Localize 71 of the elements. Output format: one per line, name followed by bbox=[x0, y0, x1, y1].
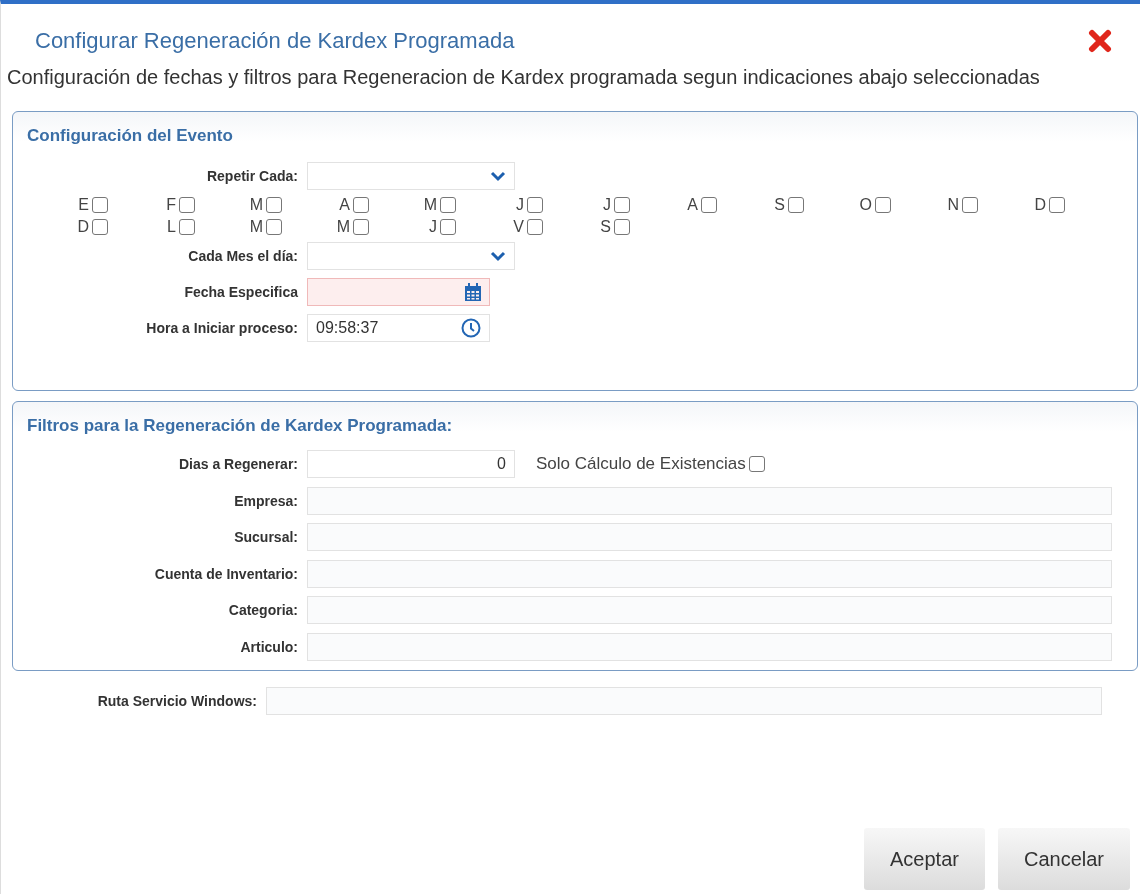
checkbox[interactable] bbox=[1049, 197, 1065, 213]
checkbox[interactable] bbox=[353, 197, 369, 213]
input-field[interactable] bbox=[307, 632, 1112, 661]
field-label: Fecha Especifica bbox=[183, 284, 298, 300]
dialog-title: Configurar Regeneración de Kardex Programada bbox=[35, 28, 515, 54]
field-label: Empresa: bbox=[233, 492, 298, 509]
checkbox[interactable] bbox=[440, 197, 456, 213]
field-label: Cuenta de Inventario: bbox=[153, 565, 298, 582]
field-label: Repetir Cada: bbox=[205, 168, 298, 184]
checkbox-label: J bbox=[603, 196, 611, 214]
checkbox[interactable] bbox=[266, 219, 282, 235]
dialog-description: Configuración de fechas y filtros para Regeneracion de Kardex programada segun indicaciones abajo seleccionadas bbox=[7, 65, 1041, 90]
checkbox-label: L bbox=[167, 218, 176, 236]
field-label: Categoria: bbox=[227, 602, 298, 619]
clock-icon bbox=[461, 318, 481, 338]
dialog-button[interactable]: Aceptar bbox=[864, 828, 985, 890]
field-label: Ruta Servicio Windows: bbox=[96, 693, 257, 709]
checkbox-label: N bbox=[947, 196, 959, 214]
checkbox[interactable] bbox=[440, 219, 456, 235]
field-label: Dias a Regenerar: bbox=[177, 456, 298, 473]
panel-legend: Filtros para la Regeneración de Kardex Programada: bbox=[13, 402, 1137, 446]
date-field[interactable] bbox=[307, 278, 490, 306]
checkbox-label: D bbox=[1034, 196, 1046, 214]
chevron-down-icon bbox=[490, 170, 506, 182]
panel-legend: Configuración del Evento bbox=[13, 112, 1137, 156]
input-field[interactable] bbox=[307, 523, 1112, 552]
checkbox-label: F bbox=[166, 196, 176, 214]
time-field[interactable]: 09:58:37 bbox=[307, 314, 490, 342]
checkbox-label: M bbox=[423, 196, 437, 214]
input-field[interactable] bbox=[266, 687, 1102, 715]
checkbox[interactable] bbox=[748, 456, 765, 473]
checkbox[interactable] bbox=[527, 197, 543, 213]
checkbox[interactable] bbox=[614, 197, 630, 213]
checkbox-label: S bbox=[600, 218, 611, 236]
checkbox-label: D bbox=[77, 218, 89, 236]
checkbox[interactable] bbox=[614, 219, 630, 235]
checkbox-label: M bbox=[249, 196, 263, 214]
checkbox[interactable] bbox=[92, 197, 108, 213]
chevron-down-icon bbox=[490, 250, 506, 262]
input-field[interactable] bbox=[307, 559, 1112, 588]
checkbox-label: E bbox=[78, 196, 89, 214]
checkbox-label: M bbox=[336, 218, 350, 236]
checkbox-label: J bbox=[516, 196, 524, 214]
checkbox[interactable] bbox=[353, 219, 369, 235]
checkbox-label: A bbox=[687, 196, 698, 214]
dialog-button[interactable]: Cancelar bbox=[997, 828, 1130, 890]
checkbox[interactable] bbox=[92, 219, 108, 235]
field-label: Sucursal: bbox=[233, 529, 298, 546]
checkbox[interactable] bbox=[179, 219, 195, 235]
checkbox[interactable] bbox=[266, 197, 282, 213]
checkbox-label: A bbox=[339, 196, 350, 214]
checkbox[interactable] bbox=[701, 197, 717, 213]
checkbox[interactable] bbox=[527, 219, 543, 235]
checkbox-label: Solo Cálculo de Existencias bbox=[536, 454, 746, 475]
checkbox-label: S bbox=[774, 196, 785, 214]
checkbox-label: M bbox=[249, 218, 263, 236]
input-field[interactable] bbox=[307, 486, 1112, 515]
number-field[interactable]: 0 bbox=[307, 450, 515, 479]
input-field[interactable] bbox=[307, 596, 1112, 625]
close-icon[interactable] bbox=[1088, 29, 1112, 53]
field-label: Cada Mes el día: bbox=[187, 248, 298, 264]
calendar-icon bbox=[465, 283, 481, 301]
checkbox[interactable] bbox=[179, 197, 195, 213]
checkbox-label: J bbox=[429, 218, 437, 236]
field-label: Hora a Iniciar proceso: bbox=[145, 320, 298, 336]
checkbox[interactable] bbox=[788, 197, 804, 213]
checkbox-label: O bbox=[859, 196, 872, 214]
field-label: Articulo: bbox=[239, 638, 298, 655]
checkbox-label: V bbox=[513, 218, 524, 236]
checkbox[interactable] bbox=[962, 197, 978, 213]
checkbox[interactable] bbox=[875, 197, 891, 213]
